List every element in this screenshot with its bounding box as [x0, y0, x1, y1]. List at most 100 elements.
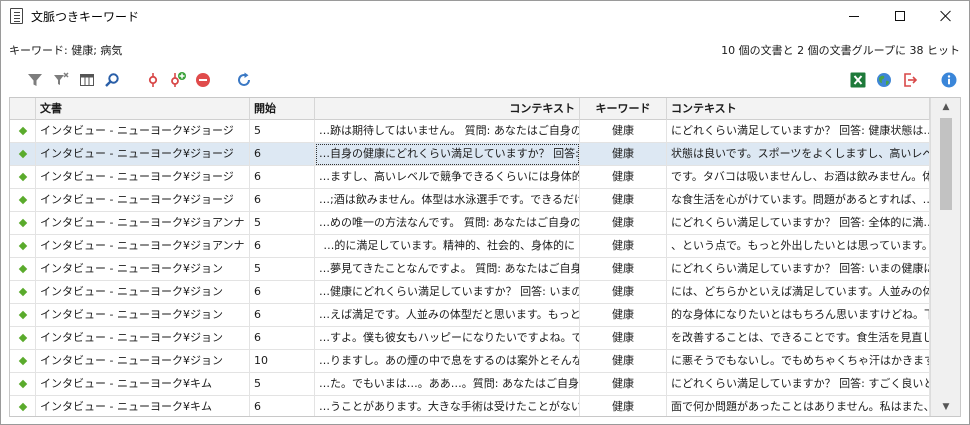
row-marker-cell: [10, 281, 36, 304]
hit-summary: 10 個の文書と 2 個の文書グループに 38 ヒット: [721, 44, 960, 57]
document-cell: インタビュー - ニューヨーク¥キム: [36, 373, 250, 396]
column-header-context-after[interactable]: コンテキスト: [667, 98, 930, 120]
context-before-cell: …た。でもいまは…。ああ…。質問: あなたはご自身の: [315, 373, 580, 396]
keyword-context-table: 文書 開始 コンテキスト キーワード コンテキスト インタビュー - ニューヨー…: [9, 97, 961, 417]
refresh-icon[interactable]: [235, 71, 253, 89]
excel-export-icon[interactable]: [849, 71, 867, 89]
keyword-cell: 健康: [580, 120, 667, 143]
row-marker-cell: [10, 350, 36, 373]
keyword-cell: 健康: [580, 235, 667, 258]
column-header-keyword[interactable]: キーワード: [580, 98, 667, 120]
maximize-icon: [895, 11, 905, 21]
add-code-icon[interactable]: [169, 71, 187, 89]
app-document-icon: [10, 8, 23, 24]
document-cell: インタビュー - ニューヨーク¥キム: [36, 396, 250, 416]
row-marker-cell: [10, 304, 36, 327]
context-after-cell: にどれくらい満足していますか？ 回答: 全体的に満…: [667, 212, 930, 235]
document-cell: インタビュー - ニューヨーク¥ジョアンナ: [36, 212, 250, 235]
column-header-document[interactable]: 文書: [36, 98, 250, 120]
table-row[interactable]: インタビュー - ニューヨーク¥ジョージ 6 …自身の健康にどれくらい満足しています…: [10, 143, 930, 166]
green-diamond-icon: [18, 310, 28, 320]
close-button[interactable]: [923, 1, 969, 31]
keyword-cell: 健康: [580, 258, 667, 281]
remove-icon[interactable]: [194, 71, 212, 89]
table-row[interactable]: インタビュー - ニューヨーク¥ジョン 10 …りますし。あの煙の中で息をするのは案…: [10, 350, 930, 373]
table-row[interactable]: インタビュー - ニューヨーク¥キム 6 …うことがあります。大きな手術は受けたこと…: [10, 396, 930, 416]
context-after-cell: 面で何か問題があったことはありません。私はまた、…: [667, 396, 930, 416]
start-cell: 5: [250, 258, 315, 281]
green-diamond-icon: [18, 126, 28, 136]
table-row[interactable]: インタビュー - ニューヨーク¥ジョン 6 …えば満足です。人並みの体型だと思います…: [10, 304, 930, 327]
document-cell: インタビュー - ニューヨーク¥ジョン: [36, 327, 250, 350]
export-icon[interactable]: [901, 71, 919, 89]
start-cell: 5: [250, 373, 315, 396]
columns-icon[interactable]: [78, 71, 96, 89]
keyword-cell: 健康: [580, 327, 667, 350]
table-header: 文書 開始 コンテキスト キーワード コンテキスト: [10, 98, 930, 120]
close-icon: [940, 10, 952, 22]
green-diamond-icon: [18, 149, 28, 159]
context-after-cell: には、どちらかといえば満足しています。人並みの体型だ…: [667, 281, 930, 304]
add-keyword-icon[interactable]: [144, 71, 162, 89]
green-diamond-icon: [18, 172, 28, 182]
context-after-cell: 状態は良いです。スポーツをよくしますし、高いレベル…: [667, 143, 930, 166]
row-marker-cell: [10, 235, 36, 258]
row-marker-cell: [10, 396, 36, 416]
start-cell: 6: [250, 166, 315, 189]
document-cell: インタビュー - ニューヨーク¥ジョージ: [36, 189, 250, 212]
start-cell: 6: [250, 189, 315, 212]
context-before-cell: …跡は期待してはいません。 質問: あなたはご自身の: [315, 120, 580, 143]
context-before-cell: …;酒は飲みません。体型は水泳選手です。できるだけ: [315, 189, 580, 212]
context-after-cell: にどれくらい満足していますか？ 回答: 健康状態は…: [667, 120, 930, 143]
document-cell: インタビュー - ニューヨーク¥ジョアンナ: [36, 235, 250, 258]
context-before-cell: …自身の健康にどれくらい満足していますか？ 回答:: [315, 143, 580, 166]
green-diamond-icon: [18, 333, 28, 343]
search-icon[interactable]: [103, 71, 121, 89]
title-bar: 文脈つきキーワード: [1, 1, 969, 31]
vertical-scrollbar[interactable]: ▲ ▼: [930, 98, 960, 416]
table-row[interactable]: インタビュー - ニューヨーク¥ジョージ 6 …;酒は飲みません。体型は水泳選手です…: [10, 189, 930, 212]
row-marker-cell: [10, 258, 36, 281]
row-marker-cell: [10, 373, 36, 396]
column-header-marker[interactable]: [10, 98, 36, 120]
column-header-start[interactable]: 開始: [250, 98, 315, 120]
document-cell: インタビュー - ニューヨーク¥ジョージ: [36, 166, 250, 189]
minimize-button[interactable]: [831, 1, 877, 31]
minimize-icon: [849, 15, 859, 17]
scroll-down-icon[interactable]: ▼: [931, 398, 960, 416]
scroll-thumb[interactable]: [940, 118, 952, 210]
maximize-button[interactable]: [877, 1, 923, 31]
filter-icon[interactable]: [26, 71, 44, 89]
column-header-context-before[interactable]: コンテキスト: [315, 98, 580, 120]
table-row[interactable]: インタビュー - ニューヨーク¥ジョージ 5 …跡は期待してはいません。 質問: あ…: [10, 120, 930, 143]
start-cell: 6: [250, 143, 315, 166]
context-before-cell: …えば満足です。人並みの体型だと思います。もっと: [315, 304, 580, 327]
context-before-cell: …的に満足しています。精神的、社会的、身体的に: [315, 235, 580, 258]
row-marker-cell: [10, 327, 36, 350]
web-export-icon[interactable]: [875, 71, 893, 89]
document-cell: インタビュー - ニューヨーク¥ジョン: [36, 350, 250, 373]
start-cell: 6: [250, 235, 315, 258]
table-row[interactable]: インタビュー - ニューヨーク¥ジョン 6 …すよ。僕も彼女もハッピーになりたいです…: [10, 327, 930, 350]
clear-filter-icon[interactable]: [52, 71, 70, 89]
table-row[interactable]: インタビュー - ニューヨーク¥ジョン 6 …健康にどれくらい満足していますか？ 回…: [10, 281, 930, 304]
keyword-cell: 健康: [580, 281, 667, 304]
context-after-cell: に悪そうでもないし。でもめちゃくちゃ汗はかきますね…: [667, 350, 930, 373]
table-row[interactable]: インタビュー - ニューヨーク¥ジョアンナ 6 …的に満足しています。精神的、社会的…: [10, 235, 930, 258]
table-row[interactable]: インタビュー - ニューヨーク¥ジョアンナ 5 …めの唯一の方法なんです。 質問: …: [10, 212, 930, 235]
context-before-cell: …うことがあります。大きな手術は受けたことがないし、: [315, 396, 580, 416]
keyword-cell: 健康: [580, 396, 667, 416]
keywords-label: キーワード: 健康; 病気: [9, 44, 123, 57]
window-title: 文脈つきキーワード: [31, 10, 140, 24]
info-icon[interactable]: [940, 71, 958, 89]
table-row[interactable]: インタビュー - ニューヨーク¥ジョン 5 …夢見てきたことなんですよ。 質問: あ…: [10, 258, 930, 281]
row-marker-cell: [10, 143, 36, 166]
scroll-up-icon[interactable]: ▲: [931, 98, 960, 116]
green-diamond-icon: [18, 356, 28, 366]
green-diamond-icon: [18, 264, 28, 274]
green-diamond-icon: [18, 195, 28, 205]
context-before-cell: …すよ。僕も彼女もハッピーになりたいですよね。でも、: [315, 327, 580, 350]
table-row[interactable]: インタビュー - ニューヨーク¥キム 5 …た。でもいまは…。ああ…。質問: あなた…: [10, 373, 930, 396]
table-row[interactable]: インタビュー - ニューヨーク¥ジョージ 6 …ますし、高いレベルで競争できるくらい…: [10, 166, 930, 189]
start-cell: 5: [250, 212, 315, 235]
